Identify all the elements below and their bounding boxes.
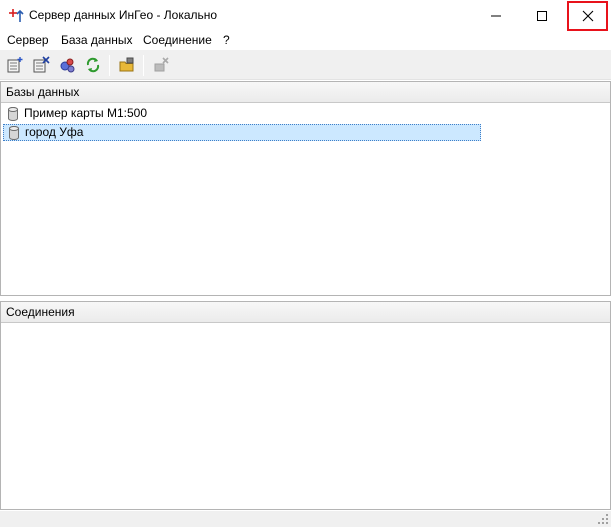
- database-item-ufa[interactable]: город Уфа: [3, 124, 481, 141]
- open-folder-button[interactable]: [117, 55, 137, 75]
- add-database-button[interactable]: [5, 55, 25, 75]
- connections-list: [1, 323, 610, 509]
- resize-grip-icon[interactable]: [597, 513, 609, 525]
- refresh-button[interactable]: [83, 55, 103, 75]
- database-icon: [9, 125, 19, 140]
- minimize-button[interactable]: [473, 0, 519, 31]
- close-icon: [582, 10, 593, 22]
- maximize-button[interactable]: [519, 0, 565, 31]
- maximize-icon: [537, 10, 547, 21]
- remove-database-icon: [33, 56, 50, 73]
- database-icon: [8, 106, 18, 121]
- app-logo-icon: [9, 9, 24, 22]
- connections-panel: Соединения: [0, 301, 611, 510]
- title-bar: Сервер данных ИнГео - Локально: [0, 0, 611, 31]
- close-button[interactable]: [567, 1, 608, 31]
- menu-connection[interactable]: Соединение: [143, 33, 212, 48]
- toolbar-separator: [109, 55, 110, 76]
- databases-panel-title: Базы данных: [6, 85, 80, 99]
- database-item-sample-map[interactable]: Пример карты М1:500: [3, 105, 147, 122]
- disconnect-icon: [154, 57, 169, 72]
- status-bar: [0, 511, 611, 527]
- add-database-icon: [7, 57, 23, 73]
- toolbar-separator: [143, 55, 144, 76]
- menu-help[interactable]: ?: [223, 33, 230, 48]
- connections-panel-header: Соединения: [1, 302, 610, 323]
- databases-panel-header: Базы данных: [1, 82, 610, 103]
- open-folder-icon: [119, 57, 134, 72]
- database-item-label: город Уфа: [25, 125, 84, 139]
- menu-database[interactable]: База данных: [61, 33, 132, 48]
- databases-panel: Базы данных Пример карты М1:500 город Уф…: [0, 81, 611, 296]
- minimize-icon: [491, 15, 501, 16]
- menu-bar: Сервер База данных Соединение ?: [0, 31, 611, 50]
- remove-database-button[interactable]: [31, 55, 51, 75]
- refresh-icon: [86, 57, 100, 73]
- database-properties-icon: [60, 58, 75, 73]
- toolbar: [0, 50, 611, 80]
- database-properties-button[interactable]: [57, 55, 77, 75]
- window-title: Сервер данных ИнГео - Локально: [29, 8, 218, 22]
- menu-server[interactable]: Сервер: [7, 33, 49, 48]
- database-item-label: Пример карты М1:500: [24, 106, 148, 120]
- connections-panel-title: Соединения: [6, 305, 75, 319]
- disconnect-button[interactable]: [151, 55, 171, 75]
- databases-list: Пример карты М1:500 город Уфа: [1, 103, 610, 295]
